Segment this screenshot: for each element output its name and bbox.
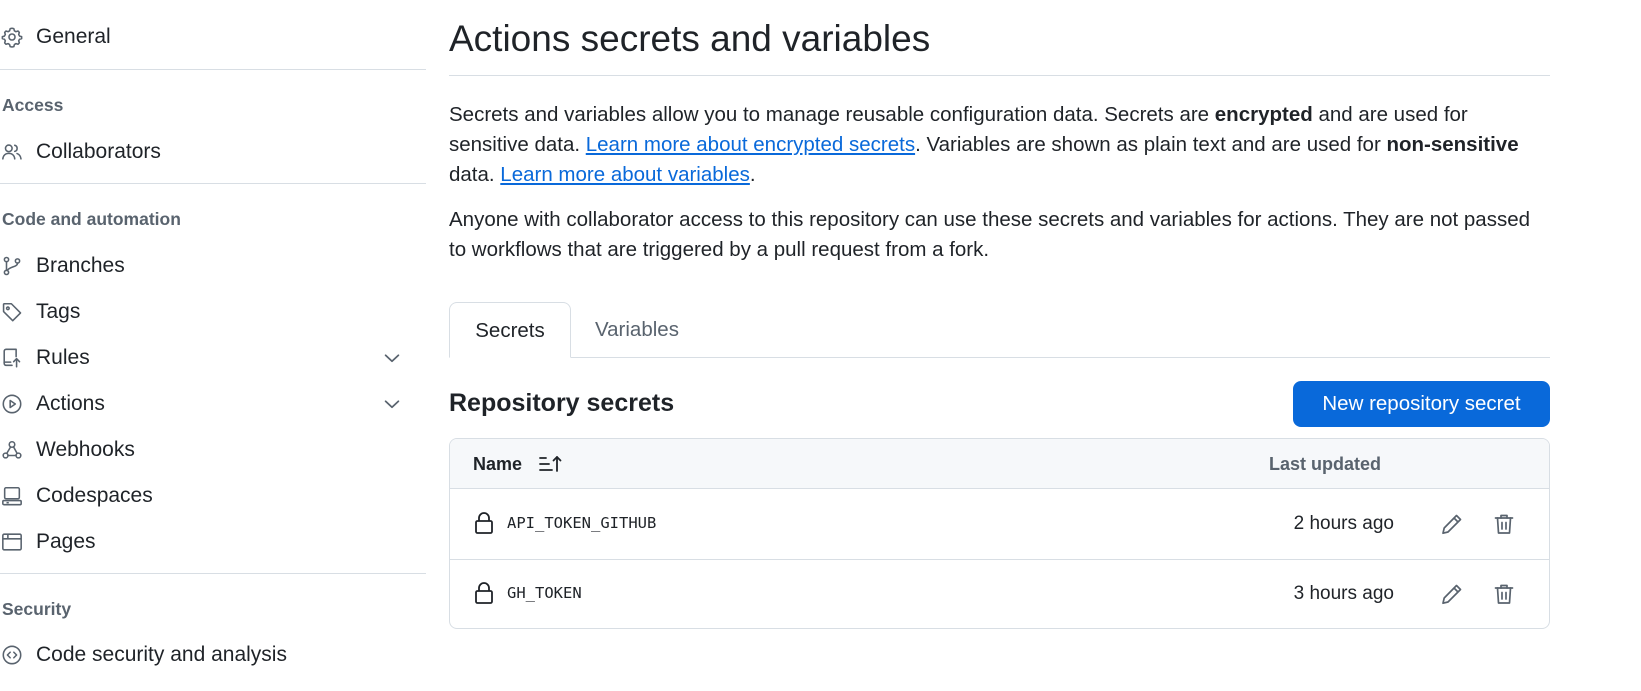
tab-bar: Secrets Variables [449, 302, 1550, 358]
repo-push-icon [1, 347, 23, 369]
pencil-icon[interactable] [1438, 580, 1466, 608]
secret-name: API_TOKEN_GITHUB [507, 514, 657, 532]
lock-icon [473, 581, 495, 605]
sidebar-item-general-label: General [36, 25, 111, 48]
new-repository-secret-button[interactable]: New repository secret [1293, 381, 1550, 427]
sidebar-section-access: Access [2, 95, 64, 115]
pencil-icon[interactable] [1438, 510, 1466, 538]
learn-more-secrets-link[interactable]: Learn more about encrypted secrets [586, 133, 915, 156]
secret-name: GH_TOKEN [507, 584, 582, 602]
desc-text: data. [449, 163, 501, 186]
title-divider [449, 75, 1550, 76]
browser-icon [1, 531, 23, 553]
trash-icon[interactable] [1490, 580, 1518, 608]
table-row: API_TOKEN_GITHUB 2 hours ago [450, 490, 1549, 560]
sidebar-item-actions-label: Actions [36, 392, 105, 415]
lock-icon [473, 511, 495, 535]
sidebar-item-codespaces[interactable]: Codespaces [0, 475, 426, 515]
desc-text: . [749, 163, 756, 186]
sidebar-item-collaborators-label: Collaborators [36, 140, 161, 163]
column-name-header: Name [473, 454, 523, 474]
desc-text: Secrets and variables allow you to manag… [449, 103, 1215, 126]
column-last-updated-header: Last updated [1269, 454, 1382, 474]
git-branch-icon [1, 255, 23, 277]
access-description: Anyone with collaborator access to this … [449, 208, 1531, 261]
desc-bold-non-sensitive: non-sensitive [1386, 133, 1519, 156]
sidebar-item-code-security[interactable]: Code security and analysis [0, 634, 426, 674]
sidebar-item-tags[interactable]: Tags [0, 291, 426, 331]
sidebar-item-codespaces-label: Codespaces [36, 484, 153, 507]
tab-variables[interactable]: Variables [595, 302, 679, 358]
sidebar-item-webhooks[interactable]: Webhooks [0, 429, 426, 469]
main-content: Actions secrets and variables Secrets an… [449, 0, 1550, 691]
chevron-down-icon[interactable] [381, 393, 403, 415]
sidebar-item-pages[interactable]: Pages [0, 521, 426, 561]
codescan-icon [1, 644, 23, 666]
sidebar-divider [0, 183, 426, 184]
sidebar-item-rules[interactable]: Rules [0, 337, 426, 377]
sidebar-divider [0, 573, 426, 574]
sidebar-item-rules-label: Rules [36, 346, 90, 369]
sidebar-item-collaborators[interactable]: Collaborators [0, 131, 426, 171]
table-header: Name Last updated [450, 439, 1549, 489]
tag-icon [1, 301, 23, 323]
sidebar-item-actions[interactable]: Actions [0, 383, 426, 423]
tab-secrets[interactable]: Secrets [449, 302, 571, 358]
sidebar-item-general[interactable]: General [0, 16, 426, 56]
sidebar-item-code-security-label: Code security and analysis [36, 643, 287, 666]
table-row: GH_TOKEN 3 hours ago [450, 560, 1549, 628]
secrets-description: Secrets and variables allow you to manag… [449, 100, 1550, 190]
sidebar-item-branches[interactable]: Branches [0, 245, 426, 285]
sidebar-section-security: Security [2, 599, 72, 619]
secret-last-updated: 2 hours ago [1293, 513, 1394, 534]
sidebar-item-tags-label: Tags [36, 300, 81, 323]
secret-last-updated: 3 hours ago [1293, 583, 1394, 604]
sidebar-item-pages-label: Pages [36, 530, 96, 553]
sidebar-section-code-automation: Code and automation [2, 209, 181, 229]
webhook-icon [1, 439, 23, 461]
settings-sidebar: General Access Collaborators Code and au… [0, 0, 426, 691]
secrets-table: Name Last updated API_TOKEN_GITHUB 2 hou… [449, 438, 1550, 629]
sidebar-divider [0, 69, 426, 70]
gear-icon [1, 26, 23, 48]
page-title: Actions secrets and variables [449, 18, 931, 59]
chevron-down-icon[interactable] [381, 347, 403, 369]
desc-text: . Variables are shown as plain text and … [915, 133, 1387, 156]
sidebar-item-webhooks-label: Webhooks [36, 438, 135, 461]
codespaces-icon [1, 485, 23, 507]
learn-more-variables-link[interactable]: Learn more about variables [500, 163, 750, 186]
people-icon [1, 141, 23, 163]
sidebar-item-branches-label: Branches [36, 254, 125, 277]
play-circle-icon [1, 393, 23, 415]
trash-icon[interactable] [1490, 510, 1518, 538]
repository-secrets-heading: Repository secrets [449, 389, 675, 417]
desc-bold-encrypted: encrypted [1214, 103, 1313, 126]
sort-ascending-icon[interactable] [538, 453, 564, 475]
